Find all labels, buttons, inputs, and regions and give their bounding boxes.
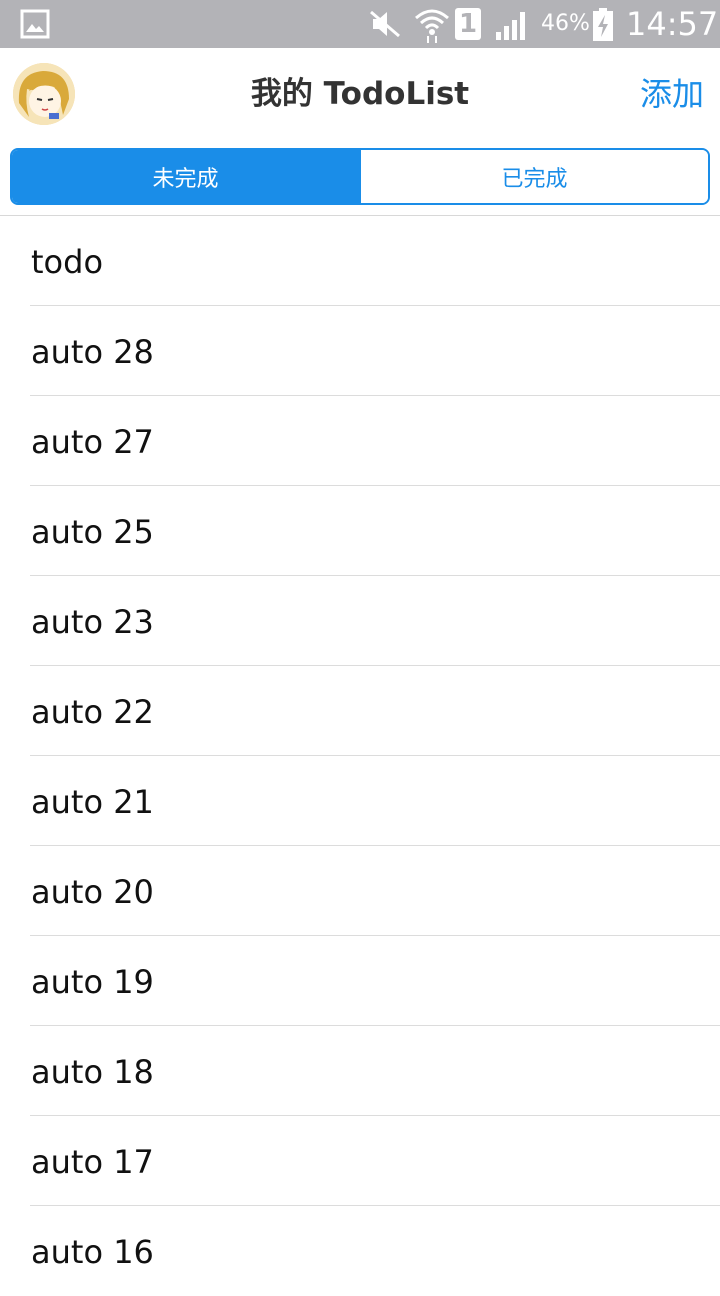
battery-percent: 46% (541, 11, 590, 36)
signal-icon (494, 8, 532, 40)
battery-charging-icon (592, 8, 614, 42)
list-item[interactable]: auto 20 (0, 846, 720, 936)
list-item-label: todo (31, 243, 104, 281)
list-item-label: auto 19 (31, 963, 154, 1001)
list-item-label: auto 23 (31, 603, 154, 641)
list-item-label: auto 16 (31, 1233, 154, 1271)
mute-icon (368, 8, 402, 40)
list-item[interactable]: auto 18 (0, 1026, 720, 1116)
status-bar: 1 46% 14:57 (0, 0, 720, 48)
list-item[interactable]: auto 23 (0, 576, 720, 666)
list-item[interactable]: todo (0, 216, 720, 306)
list-item[interactable]: auto 25 (0, 486, 720, 576)
list-item[interactable]: auto 21 (0, 756, 720, 846)
list-item-label: auto 18 (31, 1053, 154, 1091)
list-item[interactable]: auto 16 (0, 1206, 720, 1296)
todo-list: todo auto 28 auto 27 auto 25 auto 23 aut… (0, 216, 720, 1296)
tab-completed[interactable]: 已完成 (359, 150, 708, 203)
list-item-label: auto 25 (31, 513, 154, 551)
list-item-label: auto 28 (31, 333, 154, 371)
add-button[interactable]: 添加 (640, 74, 704, 114)
clock: 14:57 (626, 5, 719, 43)
status-tabs: 未完成 已完成 (10, 148, 710, 205)
list-item-label: auto 21 (31, 783, 154, 821)
wifi-icon (412, 4, 452, 44)
list-item[interactable]: auto 27 (0, 396, 720, 486)
gallery-icon (20, 9, 50, 39)
tab-incomplete[interactable]: 未完成 (12, 150, 359, 203)
list-item-label: auto 20 (31, 873, 154, 911)
list-item-label: auto 17 (31, 1143, 154, 1181)
page-title: 我的 TodoList (250, 76, 470, 112)
list-item[interactable]: auto 17 (0, 1116, 720, 1206)
list-item[interactable]: auto 19 (0, 936, 720, 1026)
list-item-label: auto 27 (31, 423, 154, 461)
sim-icon: 1 (455, 8, 481, 40)
list-item-label: auto 22 (31, 693, 154, 731)
app-header: 我的 TodoList 添加 (0, 48, 720, 143)
list-item[interactable]: auto 28 (0, 306, 720, 396)
list-item[interactable]: auto 22 (0, 666, 720, 756)
